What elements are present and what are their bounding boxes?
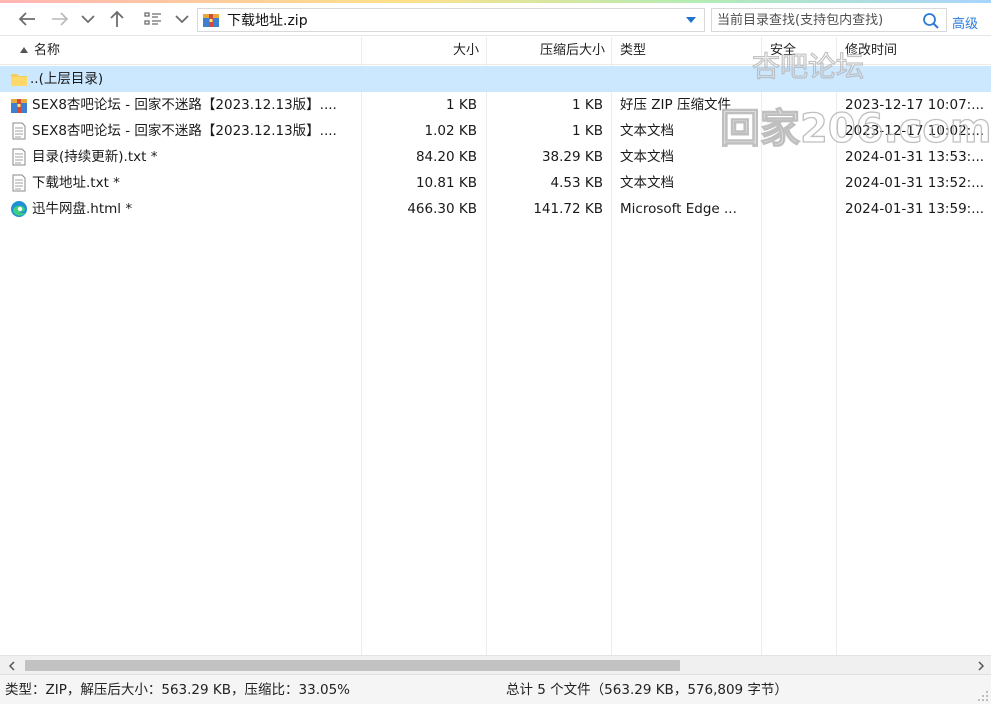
column-header-size[interactable]: 大小 <box>362 37 479 65</box>
resize-grip-icon[interactable] <box>977 690 989 702</box>
sort-ascending-icon <box>20 47 28 53</box>
column-header-modified[interactable]: 修改时间 <box>845 37 991 65</box>
chevron-left-icon <box>8 660 15 671</box>
file-row[interactable]: SEX8杏吧论坛 - 回家不迷路【2023.12.13版】.... 1.02 K… <box>0 118 991 144</box>
file-name: 目录(持续更新).txt * <box>32 149 158 165</box>
file-packed-size: 1 KB <box>572 123 603 139</box>
file-size: 1.02 KB <box>424 123 477 139</box>
address-path: 下载地址.zip <box>227 13 308 29</box>
file-modified: 2024-01-31 13:53:... <box>845 149 985 165</box>
file-modified: 2024-01-31 13:59:... <box>845 201 985 217</box>
up-folder-button[interactable] <box>106 7 128 31</box>
file-row[interactable]: SEX8杏吧论坛 - 回家不迷路【2023.12.13版】.... 1 KB 1… <box>0 92 991 118</box>
file-name: SEX8杏吧论坛 - 回家不迷路【2023.12.13版】.... <box>32 97 337 113</box>
text-file-icon <box>12 122 26 140</box>
list-view-icon <box>144 12 161 25</box>
file-packed-size: 141.72 KB <box>533 201 603 217</box>
file-packed-size: 4.53 KB <box>550 175 603 191</box>
scrollbar-thumb[interactable] <box>25 660 680 671</box>
view-mode-dropdown-button[interactable] <box>172 7 192 31</box>
search-box <box>711 8 947 32</box>
file-packed-size <box>487 66 603 92</box>
chevron-right-icon <box>978 660 985 671</box>
file-size: 84.20 KB <box>415 149 477 165</box>
file-list: ..(上层目录) SEX8杏吧论坛 - 回家不迷路【2023.12.13版】..… <box>0 66 991 655</box>
file-name: 迅牛网盘.html * <box>32 201 133 217</box>
column-header-bar: 名称 大小 压缩后大小 类型 安全 修改时间 <box>0 37 991 65</box>
zip-archive-icon <box>203 14 219 27</box>
chevron-down-icon <box>81 15 95 24</box>
column-header-name[interactable]: 名称 <box>20 37 360 65</box>
scroll-left-button[interactable] <box>2 656 22 675</box>
file-type: 文本文档 <box>620 149 674 165</box>
file-size: 1 KB <box>446 97 477 113</box>
file-name: ..(上层目录) <box>30 71 104 87</box>
column-header-type[interactable]: 类型 <box>620 37 760 65</box>
horizontal-scrollbar[interactable] <box>0 655 991 674</box>
file-type: 文本文档 <box>620 123 674 139</box>
file-type <box>620 66 758 92</box>
file-size <box>362 66 477 92</box>
file-type: 文本文档 <box>620 175 674 191</box>
address-bar[interactable]: 下载地址.zip <box>197 8 705 32</box>
column-header-security[interactable]: 安全 <box>770 37 834 65</box>
status-archive-info: 类型：ZIP，解压后大小：563.29 KB，压缩比：33.05% <box>5 682 350 698</box>
text-file-icon <box>12 148 26 166</box>
file-row[interactable]: 目录(持续更新).txt * 84.20 KB 38.29 KB 文本文档 20… <box>0 144 991 170</box>
navigation-toolbar: 下载地址.zip 高级 <box>0 3 991 36</box>
status-bar: 类型：ZIP，解压后大小：563.29 KB，压缩比：33.05% 总计 5 个… <box>0 674 991 704</box>
file-modified: 2023-12-17 10:02:... <box>845 123 985 139</box>
view-mode-button[interactable] <box>141 7 165 31</box>
text-file-icon <box>12 174 26 192</box>
file-size: 10.81 KB <box>415 175 477 191</box>
edge-browser-icon <box>11 201 27 217</box>
history-dropdown-button[interactable] <box>78 7 98 31</box>
scroll-right-button[interactable] <box>971 656 991 675</box>
up-arrow-icon <box>110 10 124 27</box>
search-input[interactable] <box>717 12 917 28</box>
file-size: 466.30 KB <box>407 201 477 217</box>
advanced-search-link[interactable]: 高级 <box>952 13 978 32</box>
back-arrow-icon <box>18 12 35 26</box>
file-type: Microsoft Edge ... <box>620 201 737 217</box>
back-button[interactable] <box>14 7 40 31</box>
zip-archive-icon <box>11 99 27 113</box>
file-row[interactable]: 迅牛网盘.html * 466.30 KB 141.72 KB Microsof… <box>0 196 991 222</box>
file-name: 下载地址.txt * <box>32 175 120 191</box>
file-modified <box>845 66 989 92</box>
chevron-down-icon <box>175 15 189 24</box>
file-row-parent-directory[interactable]: ..(上层目录) <box>0 66 991 92</box>
status-file-total: 总计 5 个文件（563.29 KB，576,809 字节） <box>506 682 788 698</box>
column-header-packed-size[interactable]: 压缩后大小 <box>487 37 605 65</box>
file-row[interactable]: 下载地址.txt * 10.81 KB 4.53 KB 文本文档 2024-01… <box>0 170 991 196</box>
search-icon[interactable] <box>922 12 940 30</box>
file-modified: 2024-01-31 13:52:... <box>845 175 985 191</box>
forward-arrow-icon <box>52 12 69 26</box>
forward-button[interactable] <box>48 7 72 31</box>
file-modified: 2023-12-17 10:07:... <box>845 97 985 113</box>
address-dropdown-arrow-icon[interactable] <box>686 17 696 23</box>
folder-icon <box>11 74 27 86</box>
file-type: 好压 ZIP 压缩文件 <box>620 97 731 113</box>
file-packed-size: 38.29 KB <box>541 149 603 165</box>
file-name: SEX8杏吧论坛 - 回家不迷路【2023.12.13版】.... <box>32 123 337 139</box>
file-packed-size: 1 KB <box>572 97 603 113</box>
